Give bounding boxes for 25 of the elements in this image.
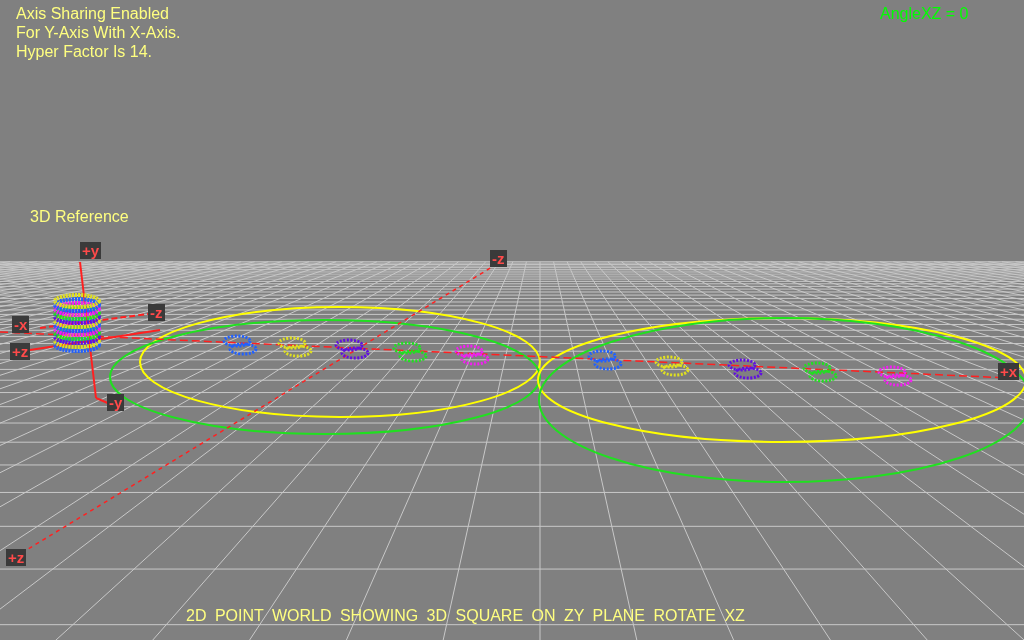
point-ring-drawing — [334, 338, 370, 360]
point-ring-drawing — [277, 336, 313, 358]
axis-label: +z — [6, 549, 27, 566]
axis-label: -z — [148, 304, 165, 321]
point-ring-drawing — [587, 349, 623, 371]
point-ring-drawing — [222, 334, 258, 356]
info-line: Axis Sharing Enabled — [16, 4, 170, 23]
axis-label: -y — [107, 394, 125, 411]
point-ring-drawing — [654, 355, 690, 377]
info-line: Hyper Factor Is 14. — [16, 42, 154, 61]
reference-label: 3D Reference — [30, 208, 129, 226]
scene-caption: 2D POINT WORLD SHOWING 3D SQUARE ON ZY PLANE ROTATE XZ — [186, 607, 745, 625]
point-ring-drawing — [392, 341, 428, 363]
point-ring-drawing — [877, 365, 913, 387]
point-ring-drawing — [454, 344, 490, 366]
axis-label: +z — [10, 343, 31, 360]
axis-label: -z — [490, 250, 507, 267]
angle-readout: AngleXZ = 0 — [880, 5, 969, 23]
axis-label: +x — [998, 363, 1020, 380]
point-ring-drawing — [802, 361, 838, 383]
axis-label: -x — [12, 316, 30, 333]
axis-label: +y — [80, 242, 102, 259]
point-stack-drawing — [53, 293, 101, 353]
point-ring-drawing — [727, 358, 763, 380]
info-line: For Y-Axis With X-Axis. — [16, 23, 181, 42]
